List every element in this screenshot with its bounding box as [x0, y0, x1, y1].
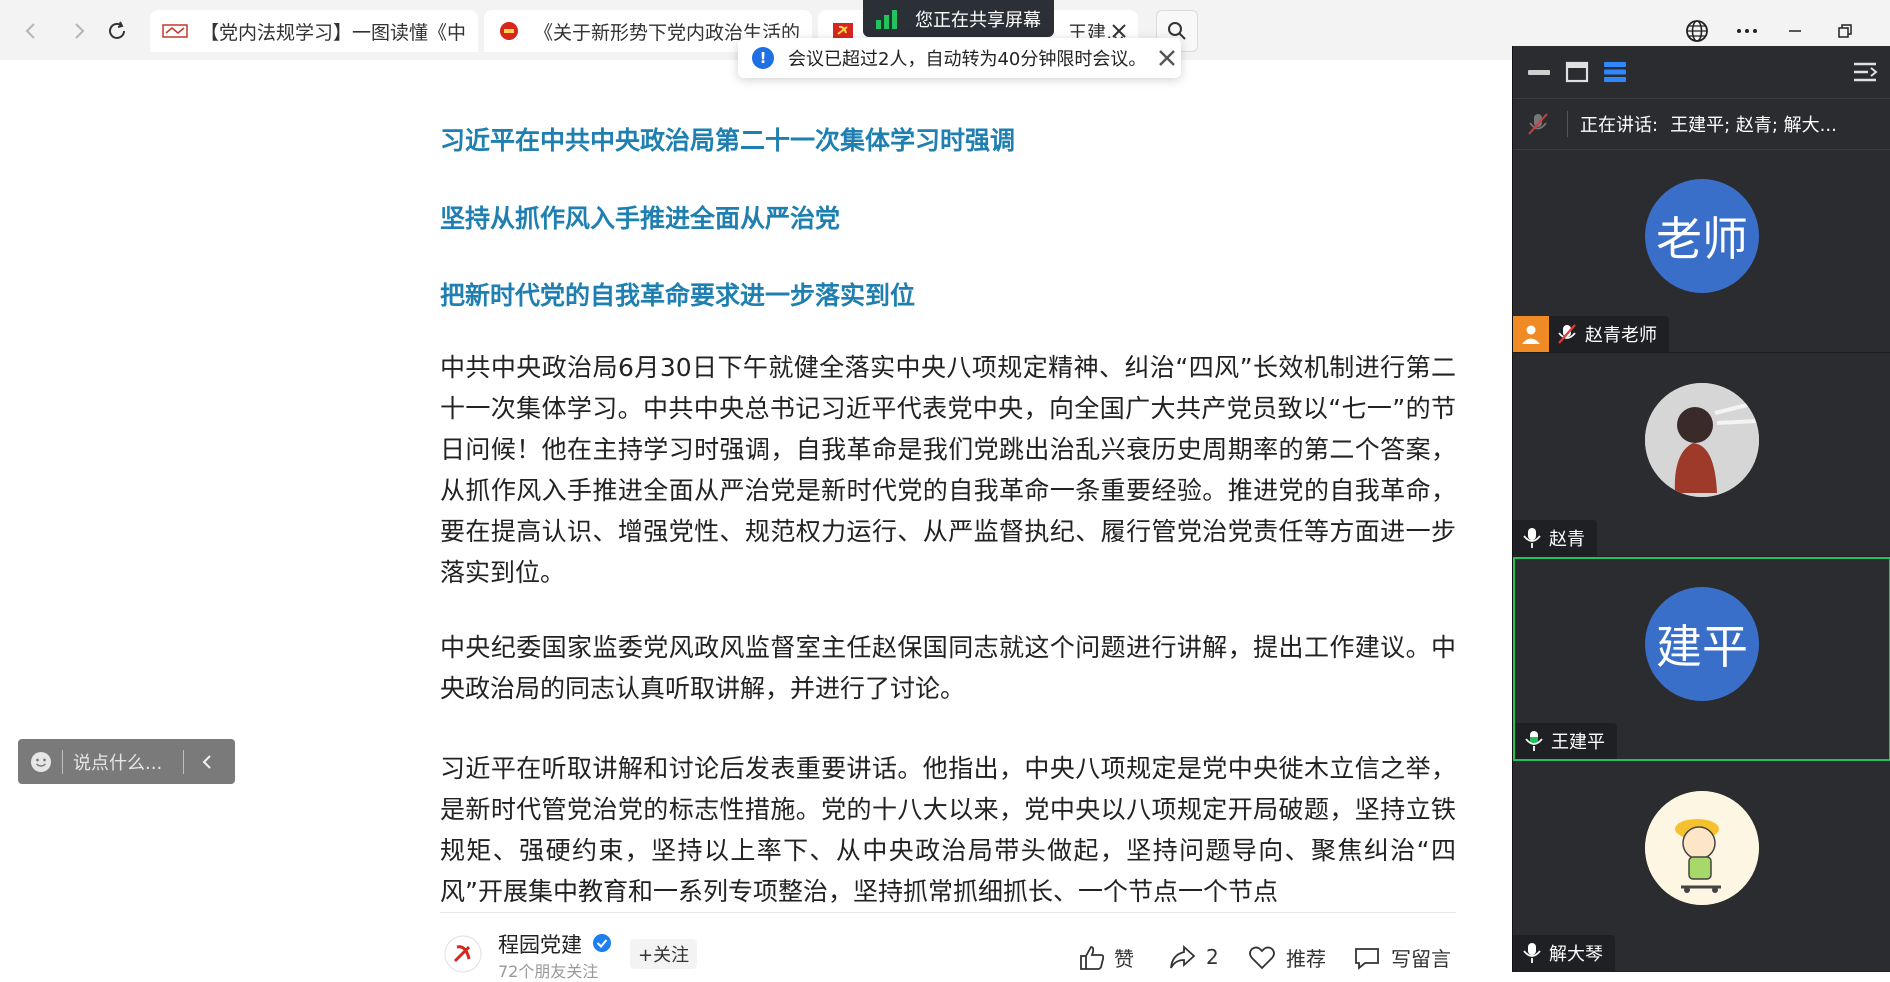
mic-muted-icon [1558, 324, 1576, 344]
window-view-icon[interactable] [1563, 58, 1591, 86]
follow-button[interactable]: +关注 [630, 939, 698, 969]
avatar-text: 老师 [1656, 212, 1748, 266]
participant-nametag: 赵青老师 [1513, 316, 1669, 352]
cartoon-character-icon [1645, 791, 1759, 905]
minimize-window-button[interactable] [1778, 14, 1812, 48]
article-heading-2: 坚持从抓作风入手推进全面从严治党 [440, 204, 841, 233]
meeting-panel-toolbar [1513, 46, 1890, 98]
participant-name: 解大琴 [1549, 944, 1603, 965]
follower-count: 72个朋友关注 [498, 962, 599, 981]
article-paragraph-clip: 习近平在听取讲解和讨论后发表重要讲话。他指出，中央八项规定是党中央徙木立信之举，… [440, 748, 1456, 908]
speaking-label: 正在讲话: [1580, 115, 1659, 136]
minimize-panel-icon[interactable] [1525, 58, 1553, 86]
tab-title: 【党内法规学习】一图读懂《中国… [200, 21, 466, 44]
reload-icon [109, 21, 125, 39]
like-button[interactable]: 赞 [1078, 943, 1134, 972]
verified-badge-icon [593, 934, 611, 952]
comment-button[interactable]: 写留言 [1353, 943, 1451, 972]
speaking-indicator: 正在讲话: 王建平; 赵青; 解大... [1513, 98, 1890, 150]
comment-placeholder: 说点什么... [73, 752, 163, 774]
signal-bars-icon [876, 9, 897, 29]
forward-arrow-icon [75, 23, 85, 39]
more-menu-button[interactable] [1730, 14, 1764, 48]
mic-icon [1523, 943, 1541, 963]
participant-tile[interactable]: 解大琴 [1513, 761, 1890, 972]
mic-muted-icon [1528, 113, 1548, 135]
screen-sharing-indicator[interactable]: 您正在共享屏幕 [863, 0, 1054, 37]
participant-name: 赵青老师 [1585, 325, 1657, 346]
article-paragraph: 中央纪委国家监委党风政风监督室主任赵保国同志就这个问题进行讲解，提出工作建议。中… [440, 633, 1456, 703]
divider [1567, 111, 1568, 137]
divider [183, 749, 184, 774]
more-dots-icon [1737, 29, 1757, 33]
host-badge-icon [1513, 316, 1549, 352]
comment-input-widget[interactable]: 说点什么... [18, 739, 235, 784]
list-view-icon[interactable] [1601, 58, 1629, 86]
chevron-left-icon[interactable] [200, 754, 214, 770]
forward-button[interactable] [62, 14, 96, 48]
avatar-photo [1645, 383, 1759, 497]
speaking-names: 王建平; 赵青; 解大... [1670, 115, 1837, 136]
recommend-button[interactable]: 推荐 [1248, 943, 1326, 972]
article-heading-1: 习近平在中共中央政治局第二十一次集体学习时强调 [440, 126, 1016, 155]
divider [62, 749, 63, 774]
comment-bubble-icon [1355, 947, 1379, 970]
avatar: 建平 [1645, 587, 1759, 701]
participant-nametag: 王建平 [1515, 723, 1617, 759]
back-button[interactable] [14, 14, 48, 48]
restore-icon [1838, 24, 1852, 38]
avatar: 老师 [1645, 179, 1759, 293]
person-photo-icon [1645, 383, 1759, 497]
article-paragraph: 中共中央政治局6月30日下午就健全落实中央八项规定精神、纠治“四风”长效机制进行… [440, 353, 1456, 587]
toast-text: 会议已超过2人，自动转为40分钟限时会议。 [788, 49, 1147, 70]
share-count: 2 [1206, 945, 1219, 969]
thumbs-up-icon [1080, 945, 1105, 970]
comment-label: 写留言 [1391, 947, 1451, 971]
article-footer-bar: 程园党建 72个朋友关注 +关注 赞 2 推荐 写留言 [440, 912, 1456, 981]
participant-tile-active[interactable]: 建平 王建平 [1513, 557, 1890, 761]
avatar-text: 建平 [1656, 620, 1748, 674]
reload-button[interactable] [100, 14, 134, 48]
restore-window-button[interactable] [1828, 14, 1862, 48]
account-name[interactable]: 程园党建 [498, 929, 582, 959]
like-label: 赞 [1114, 947, 1134, 971]
article-heading-3: 把新时代党的自我革命要求进一步落实到位 [440, 281, 916, 310]
participant-tile[interactable]: 赵青 [1513, 353, 1890, 557]
article-paragraph: 习近平在听取讲解和讨论后发表重要讲话。他指出，中央八项规定是党中央徙木立信之举，… [440, 754, 1456, 906]
mic-active-icon [1525, 731, 1543, 751]
meeting-limit-toast: ! 会议已超过2人，自动转为40分钟限时会议。 [738, 38, 1181, 78]
party-rules-icon [162, 24, 188, 38]
participant-name: 赵青 [1549, 529, 1585, 550]
participant-nametag: 赵青 [1513, 520, 1597, 556]
collapse-list-icon[interactable] [1851, 58, 1879, 86]
avatar-cartoon [1645, 791, 1759, 905]
red-seal-icon [500, 22, 518, 40]
globe-icon [1686, 20, 1708, 42]
recommend-label: 推荐 [1286, 947, 1326, 971]
meeting-panel: 正在讲话: 王建平; 赵青; 解大... 老师 赵青老师 赵青 建平 王建平 解… [1512, 46, 1890, 972]
back-arrow-icon [25, 23, 35, 39]
language-button[interactable] [1680, 14, 1714, 48]
heart-icon [1249, 946, 1275, 969]
share-button[interactable]: 2 [1168, 943, 1219, 971]
participant-nametag: 解大琴 [1513, 935, 1615, 971]
account-avatar[interactable] [444, 935, 482, 973]
participant-tile[interactable]: 老师 赵青老师 [1513, 149, 1890, 353]
participant-name: 王建平 [1551, 732, 1605, 753]
emoji-icon[interactable] [30, 751, 52, 773]
share-arrow-icon [1170, 944, 1196, 969]
mic-icon [1523, 528, 1541, 548]
sharing-label: 您正在共享屏幕 [915, 9, 1041, 31]
close-toast-icon[interactable] [1158, 49, 1176, 67]
info-icon: ! [752, 47, 774, 69]
minimize-icon [1789, 30, 1801, 32]
tab-party-rules[interactable]: 【党内法规学习】一图读懂《中国… [150, 10, 478, 52]
